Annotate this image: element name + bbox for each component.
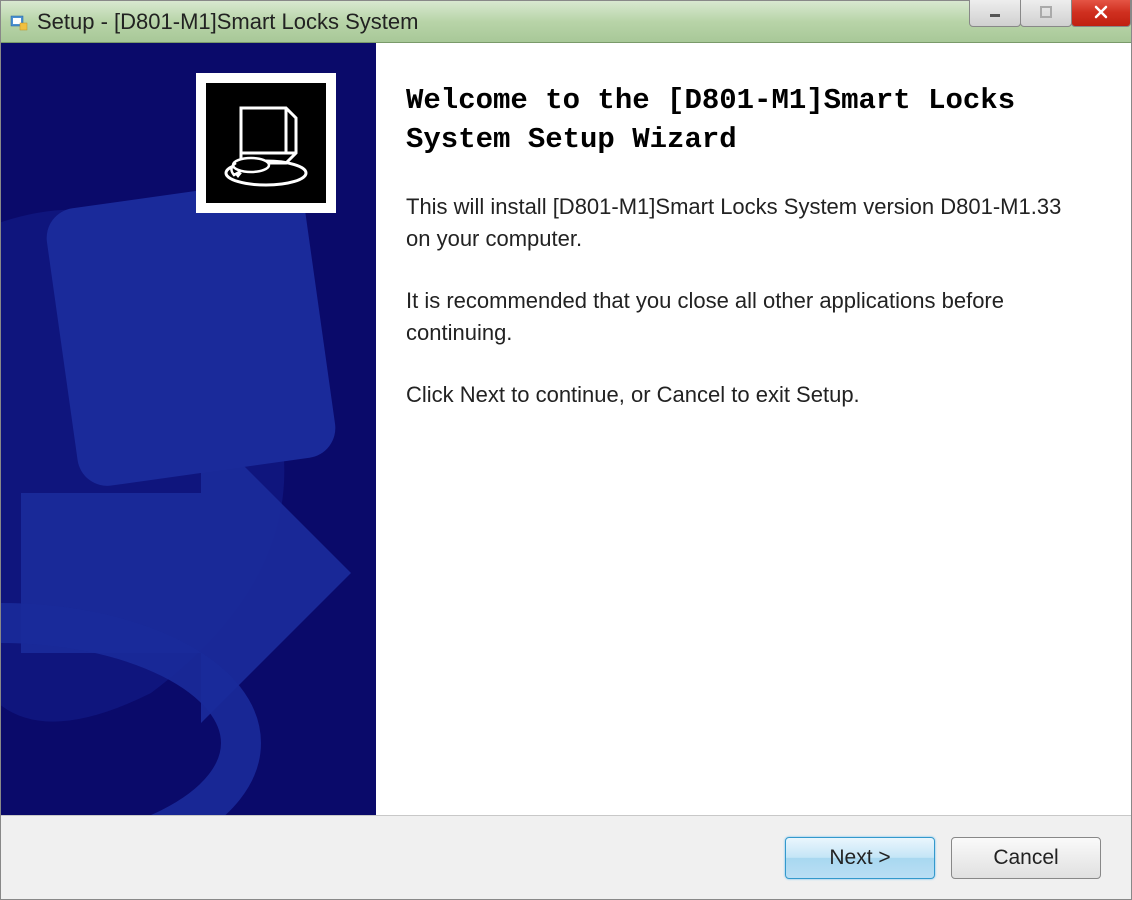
next-button[interactable]: Next >	[785, 837, 935, 879]
maximize-icon	[1039, 5, 1053, 19]
minimize-button[interactable]	[969, 0, 1021, 27]
setup-window: Setup - [D801-M1]Smart Locks System	[0, 0, 1132, 900]
close-icon	[1093, 4, 1109, 20]
window-controls	[970, 0, 1131, 27]
window-title: Setup - [D801-M1]Smart Locks System	[37, 9, 418, 35]
minimize-icon	[988, 5, 1002, 19]
wizard-logo	[196, 73, 336, 213]
close-button[interactable]	[1071, 0, 1131, 27]
install-description: This will install [D801-M1]Smart Locks S…	[406, 191, 1091, 255]
content-area: Welcome to the [D801-M1]Smart Locks Syst…	[1, 43, 1131, 815]
installer-computer-icon	[216, 93, 316, 193]
wizard-heading: Welcome to the [D801-M1]Smart Locks Syst…	[406, 81, 1091, 159]
installer-app-icon	[9, 12, 29, 32]
wizard-main-panel: Welcome to the [D801-M1]Smart Locks Syst…	[376, 43, 1131, 815]
button-bar: Next > Cancel	[1, 815, 1131, 899]
recommendation-text: It is recommended that you close all oth…	[406, 285, 1091, 349]
instruction-text: Click Next to continue, or Cancel to exi…	[406, 379, 1091, 411]
wizard-sidebar	[1, 43, 376, 815]
titlebar: Setup - [D801-M1]Smart Locks System	[1, 1, 1131, 43]
maximize-button	[1020, 0, 1072, 27]
cancel-button[interactable]: Cancel	[951, 837, 1101, 879]
